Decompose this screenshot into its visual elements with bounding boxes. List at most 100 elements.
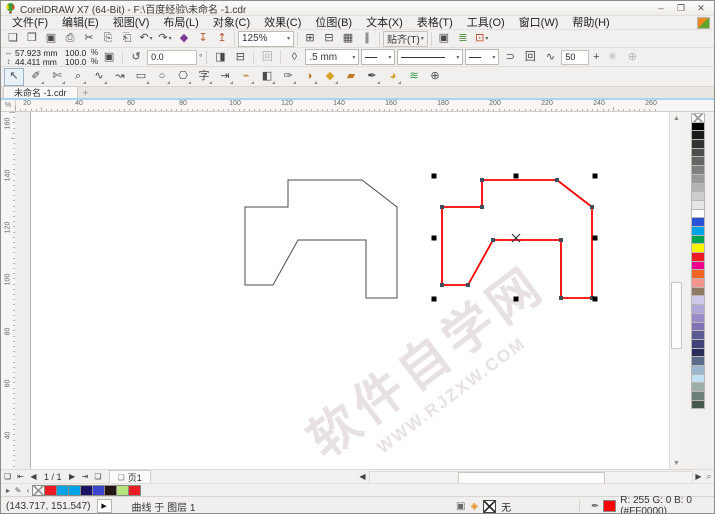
paste-icon[interactable]: ⎗ [118, 31, 136, 47]
add-page-button[interactable]: ❏ [1, 471, 14, 483]
menu-item[interactable]: 位图(B) [308, 16, 359, 30]
interactive-fill-icon[interactable]: ◑ [300, 69, 318, 85]
color-swatch[interactable] [128, 485, 141, 496]
fullscreen-preview-icon[interactable]: ⊞ [301, 31, 319, 47]
curve-node[interactable] [559, 238, 563, 242]
line-style-select[interactable]: ▾ [397, 49, 463, 65]
document-tab[interactable]: 未命名 -1.cdr [3, 86, 78, 98]
chevron-down-icon[interactable]: ▾ [169, 35, 172, 42]
curve-node[interactable] [491, 238, 495, 242]
border-and-fill-button[interactable]: 回 [521, 49, 539, 65]
smoothing-field[interactable]: 50 [561, 50, 589, 65]
vertical-scrollbar[interactable]: ▲ ▼ [669, 112, 683, 469]
scroll-down-button[interactable]: ▼ [670, 457, 683, 469]
mirror-vertical-button[interactable]: ⊟ [231, 49, 249, 65]
selection-handle[interactable] [593, 297, 598, 302]
lock-ratio-button[interactable]: ▣ [100, 49, 118, 65]
menu-item[interactable]: 布局(L) [156, 16, 205, 30]
save-icon[interactable]: ▣ [42, 31, 60, 47]
eyedropper-tool-icon[interactable]: ✑ [279, 69, 297, 85]
outline-width-select[interactable]: .5 mm ▾ [305, 49, 359, 65]
freehand-tool-icon[interactable]: ∿ [90, 69, 108, 85]
ellipse-tool-icon[interactable]: ○ [153, 69, 171, 85]
open-icon[interactable]: ❐ [23, 31, 41, 47]
bezier-tool-icon[interactable]: ↝ [111, 69, 129, 85]
show-guidelines-icon[interactable]: ∥ [358, 31, 376, 47]
palette-flyout-icon[interactable]: ▸ [3, 486, 13, 495]
curve-node[interactable] [559, 296, 563, 300]
selection-handle[interactable] [432, 297, 437, 302]
scroll-up-button[interactable]: ▲ [670, 112, 683, 124]
fill-dialog-icon[interactable]: ◕ [384, 69, 402, 85]
menu-item[interactable]: 表格(T) [410, 16, 460, 30]
curve-node[interactable] [440, 205, 444, 209]
crop-tool-icon[interactable]: ✄ [48, 69, 66, 85]
close-button[interactable]: ✕ [692, 2, 710, 14]
next-page-button[interactable]: ▶ [66, 471, 79, 483]
vertical-scroll-thumb[interactable] [671, 282, 682, 349]
palette-eyedropper-icon[interactable]: ✎ [13, 486, 23, 495]
page-tab[interactable]: ❏ 页1 [109, 470, 151, 483]
menu-item[interactable]: 帮助(H) [565, 16, 616, 30]
navigator-button[interactable]: ⌕ [703, 471, 715, 483]
new-tab-button[interactable]: + [78, 88, 94, 98]
outline-pen-icon[interactable]: ✒ [363, 69, 381, 85]
add-propbar-button[interactable]: ⊕ [623, 49, 641, 65]
cut-icon[interactable]: ✂ [80, 31, 98, 47]
selection-handle[interactable] [432, 174, 437, 179]
first-page-button[interactable]: ⇤ [14, 471, 27, 483]
connector-tool-icon[interactable]: ⌁ [237, 69, 255, 85]
add-tools-icon[interactable]: ⊕ [426, 69, 444, 85]
new-document-icon[interactable]: ❏ [4, 31, 22, 47]
welcome-screen-icon[interactable]: ⊡▾ [473, 31, 491, 47]
restore-button[interactable]: ❐ [672, 2, 690, 14]
selection-handle[interactable] [514, 174, 519, 179]
show-grid-icon[interactable]: ▦ [339, 31, 357, 47]
menu-item[interactable]: 文本(X) [359, 16, 410, 30]
scale-y-field[interactable]: 100.0 [65, 57, 89, 67]
chevron-down-icon[interactable]: ▾ [485, 35, 488, 42]
arrowhead-start-select[interactable]: ▾ [361, 49, 395, 65]
drawing-canvas[interactable]: 软件自学网 WWW.RJZXW.COM [15, 112, 685, 469]
menu-item[interactable]: 文件(F) [5, 16, 55, 30]
selection-handle[interactable] [593, 236, 598, 241]
search-content-icon[interactable]: ◆ [175, 31, 193, 47]
redo-icon[interactable]: ↷▾ [156, 31, 174, 47]
color-swatch[interactable] [691, 400, 705, 410]
rotation-angle-field[interactable]: 0.0 [147, 50, 197, 65]
snap-to-button[interactable]: 贴齐(T) ▾ [383, 31, 428, 47]
menu-item[interactable]: 工具(O) [460, 16, 512, 30]
menu-item[interactable]: 编辑(E) [55, 16, 106, 30]
paint-bucket-icon[interactable]: ▰ [342, 69, 360, 85]
curve-node[interactable] [555, 178, 559, 182]
menu-item[interactable]: 窗口(W) [512, 16, 566, 30]
coordinates-flyout-button[interactable]: ▶ [97, 499, 112, 513]
outline-pen-icon[interactable]: ✒ [591, 501, 599, 512]
curve-node[interactable] [466, 283, 470, 287]
zoom-tool-icon[interactable]: ⌕ [69, 69, 87, 85]
curve-node[interactable] [590, 205, 594, 209]
minimize-button[interactable]: – [652, 2, 670, 14]
shape-tool-icon[interactable]: ✐ [27, 69, 45, 85]
last-page-button[interactable]: ⇥ [79, 471, 92, 483]
export-icon[interactable]: ↥ [213, 31, 231, 47]
curve-node[interactable] [440, 283, 444, 287]
object-height-field[interactable]: 44.411 mm [15, 57, 63, 67]
arrowhead-end-select[interactable]: ▾ [465, 49, 499, 65]
options-icon[interactable]: ▣ [435, 31, 453, 47]
menu-item[interactable]: 效果(C) [257, 16, 308, 30]
polygon-tool-icon[interactable]: ⎔ [174, 69, 192, 85]
convert-to-curve-button[interactable]: 回 [258, 49, 276, 65]
print-icon[interactable]: ⎙ [61, 31, 79, 47]
copy-icon[interactable]: ⎘ [99, 31, 117, 47]
pick-tool-icon[interactable]: ↖ [4, 68, 24, 86]
curve-node[interactable] [480, 178, 484, 182]
selection-handle[interactable] [432, 236, 437, 241]
fill-bucket-icon[interactable]: ◈ [470, 501, 478, 512]
color-settings-icon[interactable]: ≣ [454, 31, 472, 47]
horizontal-ruler[interactable]: % 20406080100120140160180200220240260 [1, 98, 714, 112]
vertical-ruler[interactable]: 16014012010080604020 [1, 112, 16, 469]
ruler-origin-icon[interactable]: % [1, 100, 16, 111]
dimension-tool-icon[interactable]: ⇥ [216, 69, 234, 85]
add-page-button-end[interactable]: ❏ [92, 471, 105, 483]
